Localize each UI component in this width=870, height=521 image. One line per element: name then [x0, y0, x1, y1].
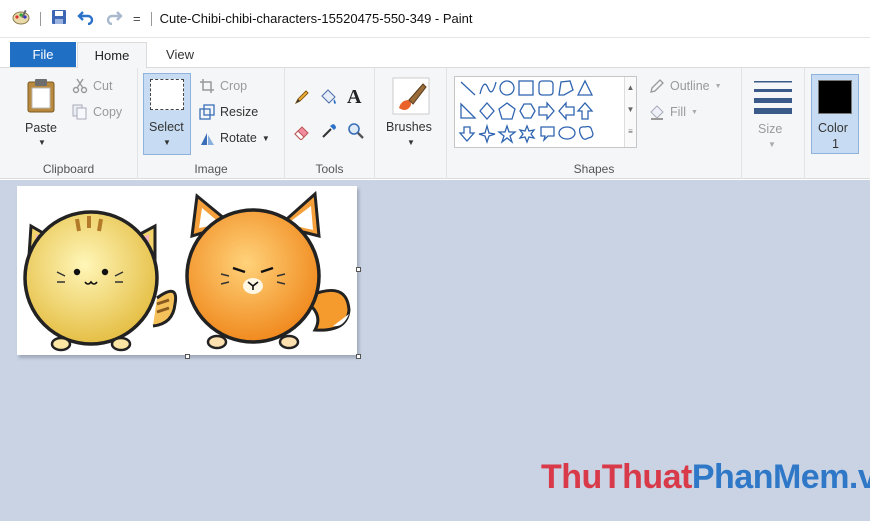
magnifier-icon[interactable]	[347, 122, 365, 143]
watermark-part-2: PhanMem.vn	[691, 458, 870, 496]
resize-handle-right[interactable]	[356, 267, 361, 272]
shapes-scroll-bar[interactable]: ▲ ▼ ≡	[624, 77, 636, 147]
shapes-gallery[interactable]: ▲ ▼ ≡	[454, 76, 637, 148]
color-1-button[interactable]: Color 1	[811, 74, 859, 154]
copy-label: Copy	[93, 105, 123, 119]
chibi-cats-image	[23, 190, 351, 352]
crop-label: Crop	[220, 79, 248, 93]
crop-icon	[200, 79, 214, 93]
ribbon: Paste ▼ Cut Copy Clipboard Select ▼ Crop…	[0, 67, 870, 179]
tools-group-label: Tools	[315, 162, 344, 176]
outline-icon	[650, 79, 664, 93]
shapes-scroll-down-icon[interactable]: ▼	[625, 99, 636, 121]
size-button[interactable]: Size ▼	[750, 76, 796, 156]
current-color-swatch	[818, 80, 852, 114]
shapes-gallery-icons	[458, 79, 594, 145]
redo-icon[interactable]	[105, 9, 123, 28]
brushes-button[interactable]: Brushes ▼	[383, 74, 439, 156]
image-group: Select ▼ Crop Resize Rotate ▼ Image	[138, 68, 285, 179]
fill-button[interactable]: Fill ▼	[649, 104, 698, 120]
color-label: Color	[818, 121, 848, 135]
paint-app-icon[interactable]	[12, 9, 30, 28]
rotate-button[interactable]: Rotate ▼	[199, 130, 270, 146]
eraser-icon[interactable]	[293, 122, 311, 143]
shapes-group-label: Shapes	[573, 162, 615, 176]
quick-access-toolbar: =	[0, 9, 152, 28]
outline-label: Outline	[670, 79, 710, 93]
save-icon[interactable]	[51, 9, 67, 28]
resize-icon	[199, 104, 215, 120]
size-label: Size	[758, 122, 783, 136]
watermark-part-1: ThuThuat	[541, 458, 692, 496]
paste-dropdown-arrow-icon: ▼	[38, 138, 46, 147]
rotate-dropdown-arrow-icon: ▼	[261, 133, 270, 143]
tab-view[interactable]: View	[150, 42, 210, 67]
text-tool-icon[interactable]: A	[347, 86, 361, 109]
shapes-group: ▲ ▼ ≡ Outline ▼ Fill ▼ Shapes	[447, 68, 742, 179]
tab-home[interactable]: Home	[77, 42, 147, 68]
separator	[40, 11, 41, 26]
scissors-icon	[72, 78, 88, 94]
fill-icon	[650, 105, 664, 120]
select-button[interactable]: Select ▼	[143, 73, 191, 155]
select-label: Select	[149, 120, 184, 134]
color-picker-icon[interactable]	[320, 122, 338, 143]
fill-label: Fill	[670, 105, 686, 119]
fill-dropdown-arrow-icon: ▼	[690, 108, 698, 116]
outline-dropdown-arrow-icon: ▼	[714, 82, 722, 90]
rotate-label: Rotate	[220, 131, 257, 145]
rotate-icon	[201, 133, 214, 145]
orange-cat-illustration	[185, 190, 351, 350]
undo-icon[interactable]	[77, 9, 95, 28]
outline-button[interactable]: Outline ▼	[649, 78, 722, 94]
clipboard-group: Paste ▼ Cut Copy Clipboard	[0, 68, 138, 179]
color-number: 1	[832, 137, 839, 151]
crop-button[interactable]: Crop	[199, 78, 247, 94]
paste-label: Paste	[25, 121, 57, 135]
resize-label: Resize	[220, 105, 259, 119]
copy-button[interactable]: Copy	[72, 104, 122, 120]
shapes-expand-icon[interactable]: ≡	[625, 121, 636, 143]
tools-group: A Tools	[285, 68, 375, 179]
brushes-dropdown-arrow-icon: ▼	[407, 138, 415, 147]
resize-button[interactable]: Resize	[199, 104, 258, 120]
select-rectangle-icon	[150, 79, 184, 110]
fill-bucket-icon[interactable]	[319, 87, 339, 110]
tab-file[interactable]: File	[10, 42, 76, 67]
image-canvas[interactable]	[17, 186, 357, 355]
copy-icon	[72, 104, 87, 120]
window-title: Cute-Chibi-chibi-characters-15520475-550…	[159, 11, 473, 26]
paste-icon	[27, 79, 55, 113]
ribbon-tabs: File Home View	[0, 38, 870, 68]
resize-handle-corner[interactable]	[356, 354, 361, 359]
paste-button[interactable]: Paste ▼	[16, 76, 68, 156]
clipboard-group-label: Clipboard	[42, 162, 95, 176]
select-dropdown-arrow-icon: ▼	[163, 138, 171, 147]
shapes-scroll-up-icon[interactable]: ▲	[625, 77, 636, 99]
line-size-icon	[754, 81, 792, 114]
cut-label: Cut	[93, 79, 113, 93]
cut-button[interactable]: Cut	[72, 78, 112, 94]
canvas-workspace[interactable]: ThuThuatPhanMem.vn	[0, 180, 870, 521]
resize-handle-bottom[interactable]	[185, 354, 190, 359]
yellow-cat-illustration	[23, 210, 178, 352]
brushes-group: Brushes ▼	[375, 68, 447, 179]
title-bar: = Cute-Chibi-chibi-characters-15520475-5…	[0, 0, 870, 38]
separator	[150, 11, 152, 26]
size-dropdown-arrow-icon: ▼	[768, 140, 776, 149]
brushes-label: Brushes	[386, 120, 432, 134]
watermark: ThuThuatPhanMem.vn	[541, 458, 870, 497]
image-group-label: Image	[194, 162, 228, 176]
pencil-icon[interactable]	[293, 88, 311, 109]
customize-quick-access-button[interactable]: =	[133, 11, 141, 26]
size-group: Size ▼	[742, 68, 805, 179]
color-group: Color 1	[805, 68, 870, 179]
brush-icon	[392, 77, 430, 115]
